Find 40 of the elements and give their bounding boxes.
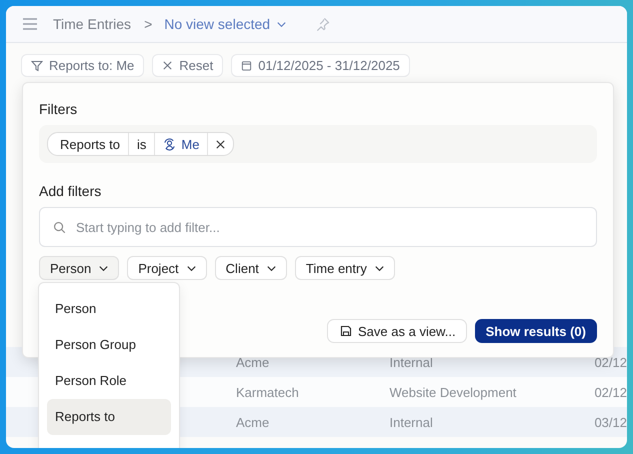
table-cell-text: Internal — [389, 354, 434, 370]
table-cell: 02/12 — [594, 384, 627, 400]
category-dropdown[interactable]: Time entry — [294, 256, 395, 280]
category-dropdown[interactable]: Person — [39, 256, 120, 280]
calendar-icon — [241, 60, 252, 71]
show-results-button[interactable]: Show results (0) — [474, 319, 597, 343]
table-cell-text: Internal — [389, 414, 434, 430]
section-title: Filters — [39, 101, 78, 118]
table-cell-text: Karmatech — [236, 384, 300, 400]
page-title[interactable]: Time Entries — [53, 16, 132, 32]
reset-button[interactable]: Reset — [152, 54, 224, 77]
category-dropdown[interactable]: Project — [127, 256, 207, 280]
search-field[interactable]: Start typing to add filter... — [39, 207, 597, 247]
user-sync-icon — [163, 138, 176, 150]
search-icon — [53, 221, 66, 234]
filter-value[interactable]: Me — [154, 133, 208, 155]
date-range-button[interactable]: 01/12/2025 - 31/12/2025 — [231, 54, 410, 77]
table-cell-text: Website Development — [389, 384, 518, 400]
pin-icon[interactable] — [315, 16, 330, 32]
menu-item[interactable]: Reports to — [47, 399, 171, 435]
menu-item[interactable]: Person Group — [47, 327, 171, 363]
table-cell: 02/12 — [594, 354, 627, 370]
menu-item[interactable]: Person — [47, 291, 171, 327]
view-selector[interactable]: No view selected — [164, 16, 288, 32]
filter-field[interactable]: Reports to — [48, 133, 128, 155]
table-cell: 03/12 — [594, 414, 627, 430]
menu-icon[interactable] — [22, 18, 38, 30]
table-cell-text: Acme — [236, 354, 270, 370]
table-cell-text: Acme — [236, 414, 270, 430]
section-title: Add filters — [39, 183, 102, 200]
close-icon — [215, 138, 226, 150]
filter-icon — [31, 60, 43, 72]
category-dropdown[interactable]: Client — [214, 256, 287, 280]
breadcrumb-separator: > — [144, 16, 152, 32]
close-icon — [162, 60, 174, 71]
menu-item[interactable]: Person Role — [47, 363, 171, 399]
filter-chip[interactable]: Reports to: Me — [21, 54, 144, 77]
filter-token[interactable]: Reports to is Me — [47, 132, 234, 156]
filter-operator[interactable]: is — [128, 133, 154, 155]
save-view-button[interactable]: Save as a view... — [327, 319, 467, 343]
